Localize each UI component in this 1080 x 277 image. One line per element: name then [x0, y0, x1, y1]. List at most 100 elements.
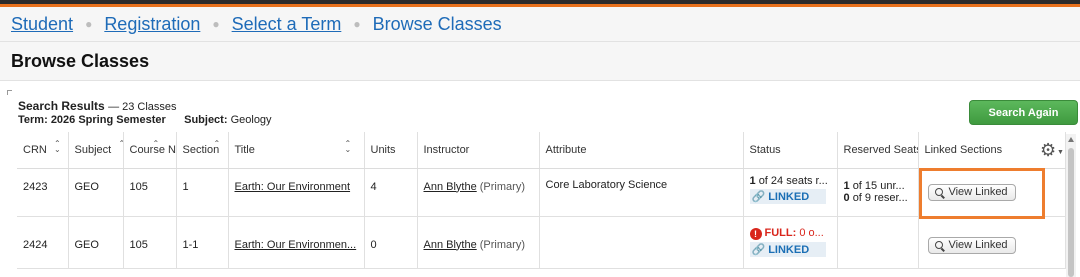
instructor-role: (Primary): [479, 238, 525, 251]
cell-course: 105: [123, 168, 177, 217]
reserved-count: 0: [843, 191, 850, 204]
col-header-label: Reserved Seats: [843, 143, 918, 156]
col-header-label: Instructor: [423, 143, 470, 156]
search-again-button[interactable]: Search Again: [969, 100, 1078, 125]
cell-reserved-seats: [837, 216, 919, 269]
breadcrumb-current: Browse Classes: [372, 13, 502, 34]
exclamation-icon: !: [749, 227, 762, 240]
instructor-link[interactable]: Ann Blythe: [424, 181, 477, 193]
linked-badge[interactable]: 🔗 LINKED: [749, 188, 826, 204]
col-header-label: CRN: [23, 143, 47, 156]
page-title: Browse Classes: [11, 50, 150, 71]
reserved-text: of 9 reser...: [852, 191, 908, 204]
cell-subject: GEO: [68, 216, 124, 269]
cell-course: 105: [123, 216, 177, 269]
cell-attribute: [539, 216, 744, 269]
link-icon: 🔗: [751, 243, 766, 256]
breadcrumb-separator: ●: [353, 17, 361, 31]
cell-linked-sections: View Linked: [918, 216, 1066, 269]
view-linked-label: View Linked: [948, 239, 1008, 251]
linked-label: LINKED: [768, 243, 810, 256]
results-filters: Term: 2026 Spring Semester Subject: Geol…: [18, 114, 272, 127]
cell-crn: 2424: [17, 216, 69, 269]
top-header-bar: [0, 0, 1080, 7]
subject-label: Subject:: [184, 114, 228, 126]
reserved-count: 1: [843, 179, 850, 192]
seats-count: 1: [749, 174, 756, 187]
scrollbar-thumb[interactable]: [1068, 148, 1074, 277]
term-label: Term:: [18, 114, 48, 126]
breadcrumb: Student ● Registration ● Select a Term ●…: [0, 7, 1080, 41]
table-row[interactable]: 2423 GEO 105 1 Earth: Our Environment 4 …: [17, 168, 1066, 217]
col-header-instructor[interactable]: Instructor: [417, 132, 540, 169]
breadcrumb-select-term[interactable]: Select a Term: [232, 14, 342, 35]
status-seats: ! FULL: 0 o...: [749, 226, 837, 240]
status-seats: 1 of 24 seats r...: [750, 175, 837, 187]
search-icon: [935, 241, 944, 249]
cell-title: Earth: Our Environmen...: [228, 216, 365, 269]
gear-icon[interactable]: ⚙: [1040, 140, 1056, 161]
instructor-role: (Primary): [479, 180, 525, 193]
seats-text: 0 o...: [799, 226, 824, 239]
table-row[interactable]: 2424 GEO 105 1-1 Earth: Our Environmen..…: [17, 216, 1066, 269]
course-title-link[interactable]: Earth: Our Environmen...: [235, 239, 357, 251]
col-header-units[interactable]: Units: [364, 132, 418, 169]
subject-value: Geology: [230, 114, 272, 126]
col-header-label: Attribute: [545, 143, 587, 156]
view-linked-highlight: [919, 168, 1045, 219]
linked-label: LINKED: [768, 190, 810, 203]
search-results-summary: Search Results — 23 Classes Term: 2026 S…: [18, 100, 272, 127]
cell-units: 4: [364, 168, 418, 217]
term-value: 2026 Spring Semester: [50, 114, 166, 126]
sort-icon[interactable]: ⌃ ⌄: [345, 140, 352, 154]
col-header-course[interactable]: Course N ⌃: [123, 132, 177, 169]
reserved-text: of 15 unr...: [852, 179, 905, 192]
breadcrumb-student[interactable]: Student: [11, 14, 73, 35]
view-linked-button[interactable]: View Linked: [927, 236, 1016, 254]
col-header-crn[interactable]: CRN ⌃ ⌄: [17, 132, 69, 169]
col-header-label: Linked Sections: [924, 143, 1003, 156]
cell-crn: 2423: [17, 168, 69, 217]
breadcrumb-separator: ●: [212, 17, 220, 31]
cell-title: Earth: Our Environment: [228, 168, 365, 217]
col-header-reserved-seats[interactable]: Reserved Seats: [837, 132, 919, 169]
instructor-link[interactable]: Ann Blythe: [424, 239, 477, 251]
cell-instructor: Ann Blythe (Primary): [417, 216, 540, 269]
course-title-link[interactable]: Earth: Our Environment: [235, 181, 351, 193]
cell-attribute: Core Laboratory Science: [539, 168, 744, 217]
cell-instructor: Ann Blythe (Primary): [417, 168, 540, 217]
attribute-text: Core Laboratory Science: [545, 178, 668, 191]
sort-icon[interactable]: ⌃: [153, 140, 160, 148]
breadcrumb-registration[interactable]: Registration: [104, 14, 200, 35]
col-header-label: Units: [370, 143, 396, 156]
reserved-line: 1 of 15 unr...: [844, 180, 918, 192]
cell-status: 1 of 24 seats r... 🔗 LINKED: [743, 168, 838, 217]
col-header-status[interactable]: Status: [743, 132, 838, 169]
cell-subject: GEO: [68, 168, 124, 217]
col-header-title[interactable]: Title ⌃ ⌄: [228, 132, 365, 169]
page-title-bar: Browse Classes: [0, 41, 1080, 81]
col-header-subject[interactable]: Subject⌃: [68, 132, 124, 169]
results-title: Search Results: [18, 99, 105, 113]
classes-table: CRN ⌃⌄ Subject⌃ Course N⌃ Section⌃ Title ⌃…: [17, 132, 1066, 269]
col-header-section[interactable]: Section ⌃: [176, 132, 229, 169]
seats-text: of 24 seats r...: [758, 174, 828, 187]
cell-section: 1-1: [176, 216, 229, 269]
breadcrumb-separator: ●: [85, 17, 93, 31]
col-header-label: Status: [749, 143, 781, 156]
reserved-line: 0 of 9 reser...: [844, 192, 918, 204]
col-header-label: Title: [234, 143, 255, 156]
table-header-row: CRN ⌃⌄ Subject⌃ Course N⌃ Section⌃ Title ⌃…: [17, 132, 1066, 169]
vertical-scrollbar[interactable]: [1066, 134, 1076, 277]
full-label: FULL:: [764, 226, 797, 239]
chevron-down-icon[interactable]: ▼: [1057, 149, 1064, 156]
col-header-attribute[interactable]: Attribute: [539, 132, 744, 169]
results-heading: Search Results — 23 Classes: [18, 100, 272, 114]
cell-status: ! FULL: 0 o... 🔗 LINKED: [743, 216, 838, 269]
sort-icon[interactable]: ⌃ ⌄: [54, 140, 61, 154]
sort-icon[interactable]: ⌃: [214, 140, 221, 148]
results-count: — 23 Classes: [108, 101, 177, 113]
linked-badge[interactable]: 🔗 LINKED: [749, 241, 826, 257]
scroll-up-arrow[interactable]: [1068, 137, 1074, 142]
cell-units: 0: [364, 216, 418, 269]
